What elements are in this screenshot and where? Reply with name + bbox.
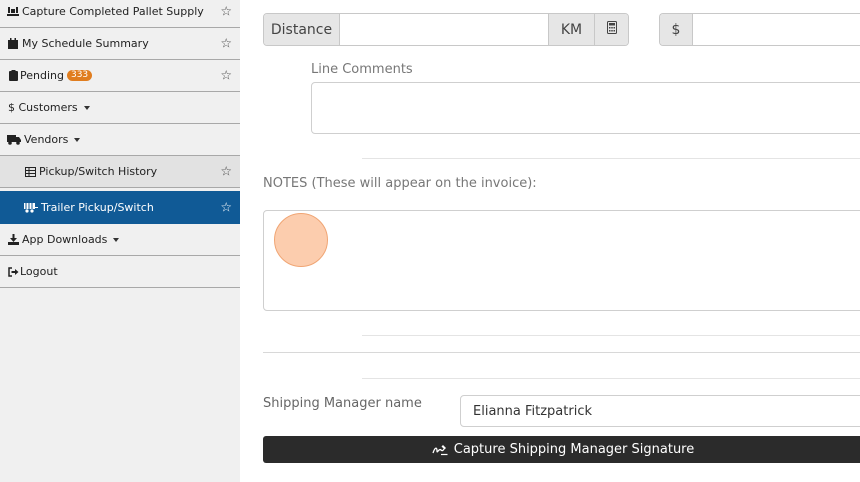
line-comments-label: Line Comments xyxy=(311,62,413,77)
caret-down-icon xyxy=(113,237,120,242)
sidebar-item-pending[interactable]: Pending 333 ☆ xyxy=(0,60,240,92)
sidebar-item-pickup-switch-history[interactable]: Pickup/Switch History ☆ xyxy=(0,156,240,188)
capture-signature-label: Capture Shipping Manager Signature xyxy=(453,442,695,457)
sidebar-item-label: Vendors xyxy=(24,133,69,146)
divider xyxy=(362,158,860,159)
signature-icon xyxy=(432,444,448,456)
calculator-button[interactable] xyxy=(594,14,628,45)
currency-input-group: $ xyxy=(659,13,860,46)
sidebar-item-app-downloads[interactable]: App Downloads xyxy=(0,224,240,256)
sidebar-item-my-schedule-summary[interactable]: My Schedule Summary ☆ xyxy=(0,28,240,60)
sidebar-item-logout[interactable]: Logout xyxy=(0,256,240,288)
line-comments-textarea[interactable] xyxy=(311,82,860,134)
distance-label: Distance xyxy=(264,14,340,45)
sidebar-item-label: $ Customers xyxy=(8,101,78,114)
sidebar-item-capture-completed-pallet-supply[interactable]: Capture Completed Pallet Supply ☆ xyxy=(0,0,240,28)
distance-input-group: Distance KM xyxy=(263,13,629,46)
sidebar-item-label: Logout xyxy=(20,265,58,278)
calculator-icon xyxy=(606,21,617,38)
distance-input[interactable] xyxy=(340,14,548,45)
divider xyxy=(362,378,860,379)
touch-indicator xyxy=(274,213,328,267)
sidebar-item-label: Pending xyxy=(20,69,64,82)
currency-symbol-label: $ xyxy=(660,14,693,45)
notes-label: NOTES (These will appear on the invoice)… xyxy=(263,176,537,191)
km-unit-label: KM xyxy=(548,14,594,45)
truck-icon xyxy=(7,134,21,146)
sidebar-item-vendors[interactable]: Vendors xyxy=(0,124,240,156)
sidebar-item-customers[interactable]: $ Customers xyxy=(0,92,240,124)
divider xyxy=(362,335,860,336)
capture-signature-button[interactable]: Capture Shipping Manager Signature xyxy=(263,436,860,463)
pending-count-badge: 333 xyxy=(66,70,93,81)
shipping-manager-name-input[interactable]: Elianna Fitzpatrick xyxy=(460,395,860,427)
sidebar-item-label: Capture Completed Pallet Supply xyxy=(22,5,204,18)
caret-down-icon xyxy=(74,137,81,142)
sidebar-item-trailer-pickup-switch[interactable]: Trailer Pickup/Switch ☆ xyxy=(0,191,240,224)
star-icon[interactable]: ☆ xyxy=(220,164,232,179)
trailer-icon xyxy=(24,202,38,214)
amount-input[interactable] xyxy=(693,14,860,45)
sidebar: Capture Completed Pallet Supply ☆ My Sch… xyxy=(0,0,240,482)
caret-down-icon xyxy=(83,105,90,110)
sidebar-item-label: Trailer Pickup/Switch xyxy=(41,201,154,214)
sidebar-item-label: App Downloads xyxy=(22,233,108,246)
download-icon xyxy=(7,234,19,246)
shipping-manager-name-label: Shipping Manager name xyxy=(263,396,422,411)
pallet-icon xyxy=(7,6,19,18)
clipboard-icon xyxy=(7,70,19,82)
star-icon[interactable]: ☆ xyxy=(220,36,232,51)
star-icon[interactable]: ☆ xyxy=(220,200,232,215)
star-icon[interactable]: ☆ xyxy=(220,4,232,19)
logout-icon xyxy=(7,266,19,278)
notes-textarea[interactable] xyxy=(263,210,860,311)
star-icon[interactable]: ☆ xyxy=(220,68,232,83)
table-icon xyxy=(24,166,36,178)
calendar-icon xyxy=(7,38,19,50)
sidebar-item-label: Pickup/Switch History xyxy=(39,165,158,178)
divider xyxy=(263,352,860,353)
sidebar-item-label: My Schedule Summary xyxy=(22,37,149,50)
